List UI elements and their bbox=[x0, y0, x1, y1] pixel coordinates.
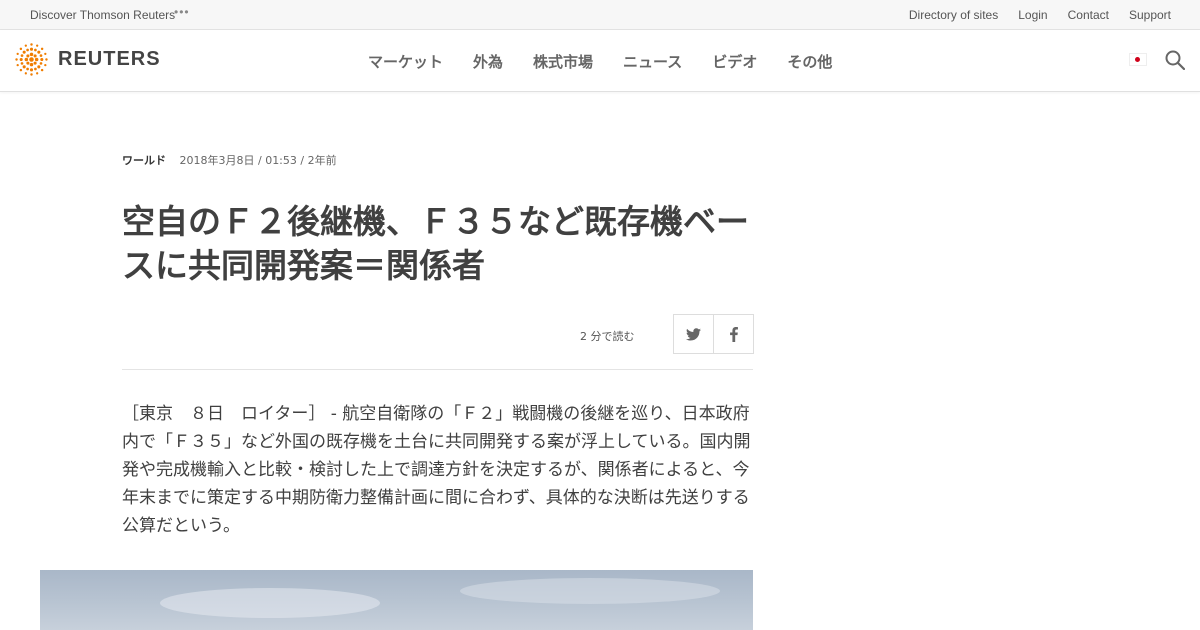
nav-item-markets[interactable]: マーケット bbox=[368, 51, 443, 72]
share-buttons bbox=[673, 314, 754, 354]
nav-item-more[interactable]: その他 bbox=[787, 51, 832, 72]
utility-bar: Discover Thomson Reuters ••• Directory o… bbox=[0, 0, 1200, 30]
nav-item-forex[interactable]: 外為 bbox=[473, 51, 503, 72]
twitter-share-button[interactable] bbox=[673, 314, 714, 354]
facebook-share-button[interactable] bbox=[714, 314, 754, 354]
divider bbox=[122, 369, 753, 370]
nav-item-news[interactable]: ニュース bbox=[623, 51, 682, 72]
photo-cloud-shape bbox=[160, 588, 380, 618]
nav-item-stocks[interactable]: 株式市場 bbox=[533, 51, 593, 72]
photo-cloud-shape bbox=[460, 578, 720, 604]
contact-link[interactable]: Contact bbox=[1068, 8, 1109, 22]
read-time: 2 分で読む bbox=[580, 330, 635, 343]
article-meta: ワールド 2018年3月8日 / 01:53 / 2年前 bbox=[122, 152, 337, 168]
more-dots-icon[interactable]: ••• bbox=[174, 5, 190, 19]
article-title: 空自のＦ２後継機、Ｆ３５など既存機ベースに共同開発案＝関係者 bbox=[122, 202, 749, 285]
directory-of-sites-link[interactable]: Directory of sites bbox=[909, 8, 998, 22]
main-nav: マーケット 外為 株式市場 ニュース ビデオ その他 bbox=[368, 51, 832, 72]
article-photo bbox=[40, 570, 753, 630]
japan-flag-icon[interactable] bbox=[1129, 53, 1147, 66]
article-body: ［東京 ８日 ロイター］ - 航空自衛隊の「Ｆ２」戦闘機の後継を巡り、日本政府内… bbox=[122, 404, 751, 536]
reuters-logo[interactable]: REUTERS bbox=[15, 43, 161, 76]
support-link[interactable]: Support bbox=[1129, 8, 1171, 22]
facebook-icon bbox=[729, 326, 738, 342]
site-header: REUTERS マーケット 外為 株式市場 ニュース ビデオ その他 bbox=[0, 30, 1200, 92]
utility-links: Directory of sites Login Contact Support bbox=[909, 8, 1171, 22]
twitter-icon bbox=[686, 327, 701, 340]
article-dateline: 2018年3月8日 / 01:53 / 2年前 bbox=[179, 154, 337, 167]
nav-item-video[interactable]: ビデオ bbox=[712, 51, 757, 72]
search-icon[interactable] bbox=[1165, 50, 1186, 74]
discover-thomson-reuters-link[interactable]: Discover Thomson Reuters bbox=[30, 8, 175, 22]
login-link[interactable]: Login bbox=[1018, 8, 1047, 22]
reuters-dot-logo-icon bbox=[15, 43, 48, 76]
category-link[interactable]: ワールド bbox=[122, 154, 166, 167]
reuters-wordmark: REUTERS bbox=[58, 48, 161, 70]
